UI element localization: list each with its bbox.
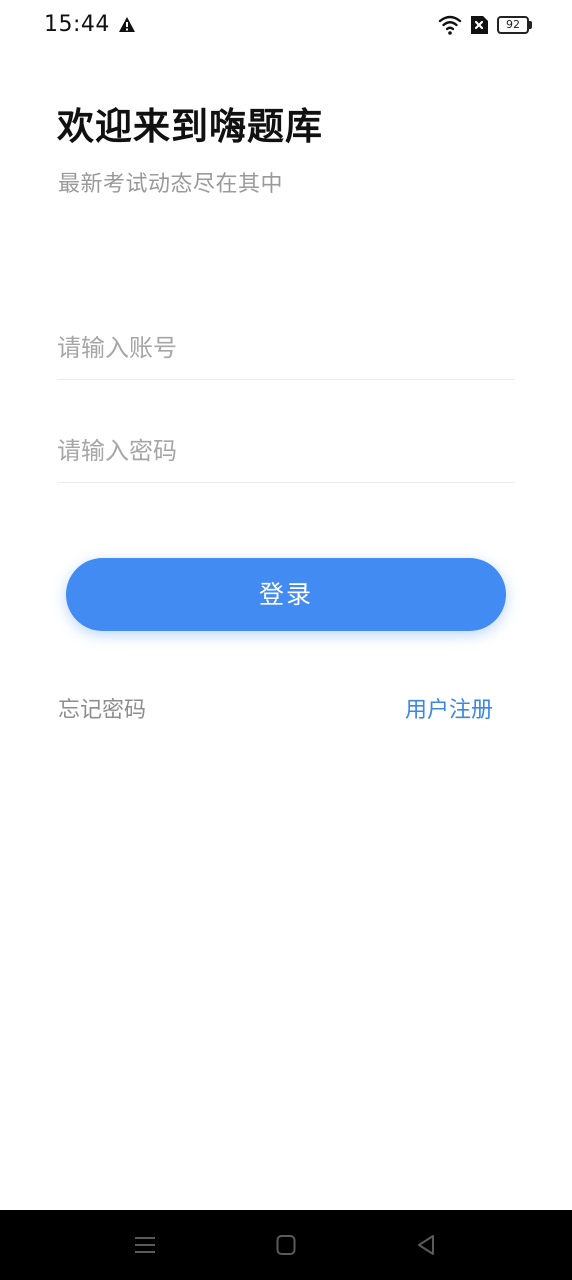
status-time: 15:44 <box>44 12 110 37</box>
login-button[interactable]: 登录 <box>66 558 506 631</box>
account-input[interactable] <box>57 324 515 372</box>
menu-icon[interactable] <box>134 1234 156 1256</box>
register-link[interactable]: 用户注册 <box>405 692 493 724</box>
back-icon[interactable] <box>416 1234 436 1256</box>
page-title: 欢迎来到嗨题库 <box>57 105 323 148</box>
sim-card-icon <box>471 16 488 34</box>
forgot-password-link[interactable]: 忘记密码 <box>58 692 146 724</box>
password-input[interactable] <box>57 427 515 475</box>
wifi-icon <box>438 15 462 35</box>
status-bar: 15:44 92 <box>0 0 572 52</box>
login-screen: 15:44 92 欢迎来到嗨题库 最新考试动态尽在其中 请输入账号 登录 忘记密… <box>0 0 572 1280</box>
navigation-bar <box>0 1210 572 1280</box>
account-field-container <box>57 324 515 380</box>
warning-icon <box>119 17 135 32</box>
home-icon[interactable] <box>276 1234 296 1256</box>
page-subtitle: 最新考试动态尽在其中 <box>58 172 284 197</box>
battery-icon: 92 <box>497 16 533 34</box>
battery-level: 92 <box>506 18 520 31</box>
password-field-container <box>57 427 515 483</box>
